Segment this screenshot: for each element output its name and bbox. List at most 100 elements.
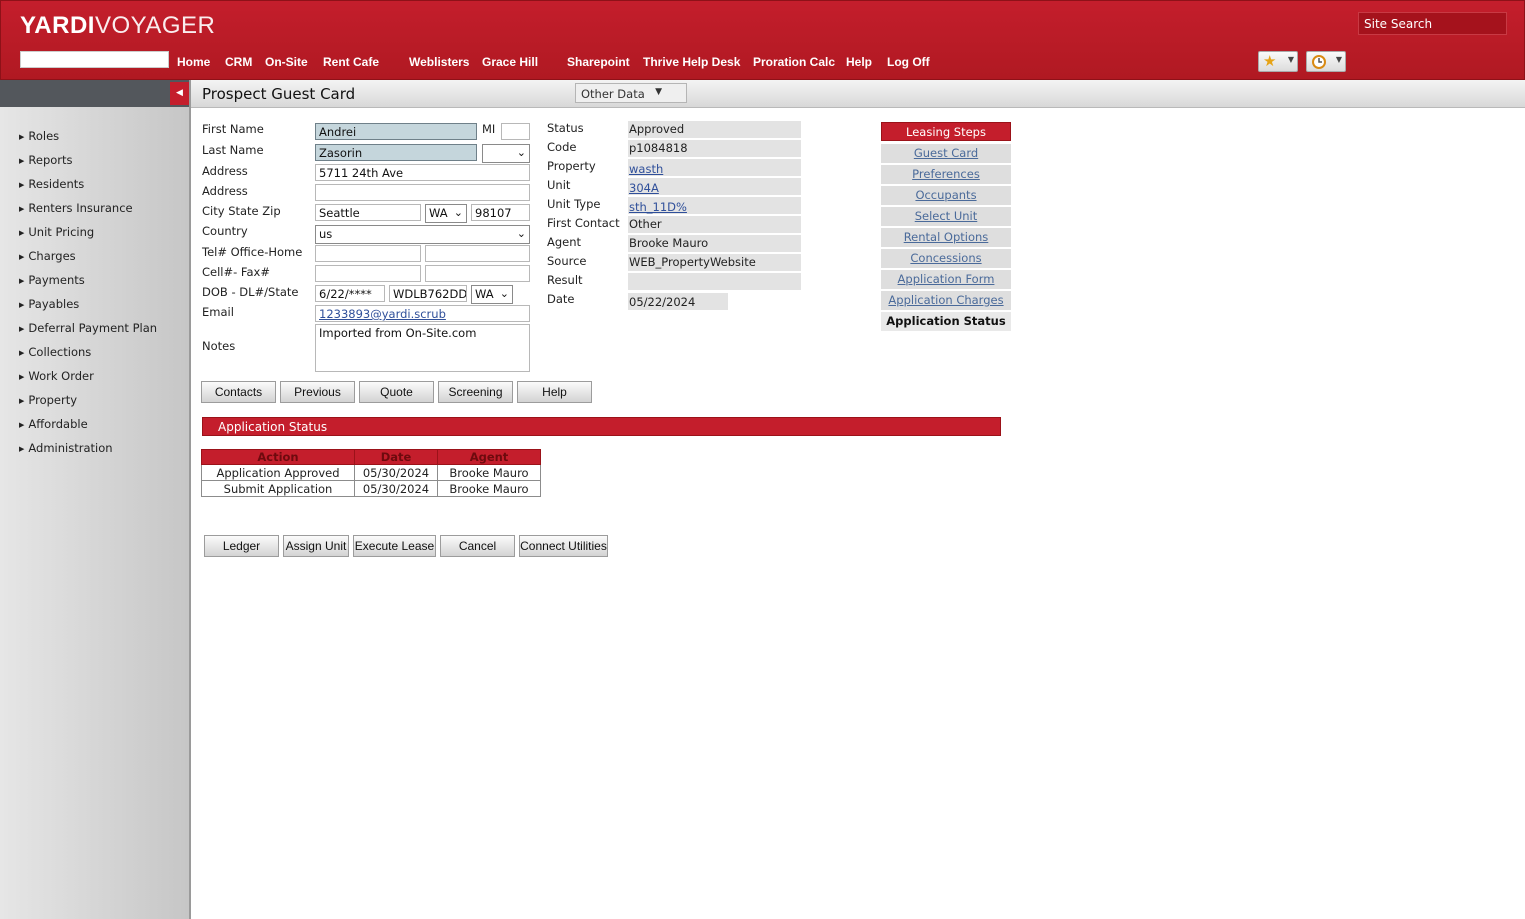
fax-input[interactable] [425, 265, 530, 282]
nav-thrive-help-desk[interactable]: Thrive Help Desk [643, 55, 740, 69]
sidebar-item-property[interactable]: ▶ Property [19, 393, 77, 407]
date-value: 05/22/2024 [628, 293, 728, 310]
step-concessions[interactable]: Concessions [881, 249, 1011, 268]
suffix-select[interactable]: ⌄ [482, 144, 530, 163]
caret-right-icon: ▶ [19, 133, 25, 141]
favorites-button[interactable]: ★ ▼ [1258, 51, 1298, 72]
header-blank-field[interactable] [20, 51, 169, 68]
cell-fax-label: Cell#- Fax# [202, 265, 270, 279]
connect-utilities-button[interactable]: Connect Utilities [519, 535, 608, 557]
nav-help[interactable]: Help [846, 55, 872, 69]
unit-link[interactable]: 304A [629, 181, 659, 195]
chevron-down-icon: ▼ [1287, 55, 1294, 64]
sidebar-item-unit-pricing[interactable]: ▶ Unit Pricing [19, 225, 94, 239]
contacts-button[interactable]: Contacts [201, 381, 276, 403]
nav-rent-cafe[interactable]: Rent Cafe [323, 55, 379, 69]
assign-unit-button[interactable]: Assign Unit [283, 535, 349, 557]
nav-sharepoint[interactable]: Sharepoint [567, 55, 630, 69]
address2-input[interactable] [315, 184, 530, 201]
caret-right-icon: ▶ [19, 325, 25, 333]
caret-right-icon: ▶ [19, 397, 25, 405]
sidebar-item-deferral-payment-plan[interactable]: ▶ Deferral Payment Plan [19, 321, 157, 335]
sidebar-item-reports[interactable]: ▶ Reports [19, 153, 73, 167]
unit-type-value: sth_11D% [628, 197, 801, 214]
nav-home[interactable]: Home [177, 55, 210, 69]
site-search-input[interactable]: Site Search [1358, 12, 1507, 35]
property-link[interactable]: wasth [629, 162, 663, 176]
city-input[interactable]: Seattle [315, 204, 421, 221]
yardi-voyager-logo[interactable]: YARDIVOYAGER [20, 12, 215, 40]
step-select-unit[interactable]: Select Unit [881, 207, 1011, 226]
step-preferences[interactable]: Preferences [881, 165, 1011, 184]
email-label: Email [202, 305, 234, 319]
nav-grace-hill[interactable]: Grace Hill [482, 55, 538, 69]
nav-on-site[interactable]: On-Site [265, 55, 308, 69]
sidebar-item-payables[interactable]: ▶ Payables [19, 297, 79, 311]
collapse-sidebar-button[interactable]: ◀ [170, 82, 189, 105]
sidebar-item-renters-insurance[interactable]: ▶ Renters Insurance [19, 201, 133, 215]
other-data-dropdown[interactable]: Other Data ▼ [575, 83, 687, 103]
step-guest-card[interactable]: Guest Card [881, 144, 1011, 163]
star-icon: ★ [1263, 52, 1277, 70]
help-button[interactable]: Help [517, 381, 592, 403]
notes-textarea[interactable]: Imported from On-Site.com [315, 324, 530, 372]
zip-input[interactable]: 98107 [471, 204, 530, 221]
caret-right-icon: ▶ [19, 373, 25, 381]
col-action: Action [201, 449, 355, 465]
address1-input[interactable]: 5711 24th Ave [315, 164, 530, 181]
caret-right-icon: ▶ [19, 229, 25, 237]
sidebar-item-payments[interactable]: ▶ Payments [19, 273, 85, 287]
sidebar: ◀ ▶ Roles ▶ Reports ▶ Residents ▶ Renters In… [0, 80, 191, 919]
nav-proration-calc[interactable]: Proration Calc [753, 55, 835, 69]
sidebar-item-work-order[interactable]: ▶ Work Order [19, 369, 94, 383]
sidebar-item-collections[interactable]: ▶ Collections [19, 345, 91, 359]
previous-button[interactable]: Previous [280, 381, 355, 403]
unit-label: Unit [547, 178, 571, 192]
caret-right-icon: ▶ [19, 253, 25, 261]
step-application-status[interactable]: Application Status [881, 312, 1011, 331]
home-phone-input[interactable] [425, 245, 530, 262]
step-occupants[interactable]: Occupants [881, 186, 1011, 205]
last-name-input[interactable]: Zasorin [315, 144, 477, 161]
table-row: Submit Application 05/30/2024 Brooke Mau… [201, 480, 541, 497]
nav-crm[interactable]: CRM [225, 55, 252, 69]
caret-right-icon: ▶ [19, 277, 25, 285]
office-phone-input[interactable] [315, 245, 421, 262]
country-select[interactable]: us ⌄ [315, 225, 530, 244]
result-label: Result [547, 273, 583, 287]
sidebar-item-residents[interactable]: ▶ Residents [19, 177, 84, 191]
drivers-license-input[interactable]: WDLB762DD5 [389, 285, 467, 302]
sidebar-item-affordable[interactable]: ▶ Affordable [19, 417, 88, 431]
dob-input[interactable]: 6/22/**** [315, 285, 385, 302]
email-link[interactable]: 1233893@yardi.scrub [319, 307, 446, 321]
app-header: YARDIVOYAGER Home CRM On-Site Rent Cafe … [0, 0, 1525, 80]
sidebar-item-charges[interactable]: ▶ Charges [19, 249, 76, 263]
mi-input[interactable] [501, 123, 530, 140]
cancel-button[interactable]: Cancel [440, 535, 515, 557]
leasing-steps-header: Leasing Steps [881, 122, 1011, 141]
state-select[interactable]: WA ⌄ [425, 204, 467, 223]
unit-type-link[interactable]: sth_11D% [629, 200, 687, 214]
sidebar-item-roles[interactable]: ▶ Roles [19, 129, 59, 143]
dl-state-select[interactable]: WA ⌄ [471, 285, 513, 304]
screening-button[interactable]: Screening [438, 381, 513, 403]
chevron-down-icon: ⌄ [453, 206, 463, 219]
nav-log-off[interactable]: Log Off [887, 55, 930, 69]
chevron-down-icon: ⌄ [516, 227, 526, 240]
nav-weblisters[interactable]: Weblisters [409, 55, 469, 69]
first-name-input[interactable]: Andrei [315, 123, 477, 140]
quote-button[interactable]: Quote [359, 381, 434, 403]
execute-lease-button[interactable]: Execute Lease [353, 535, 436, 557]
sidebar-item-administration[interactable]: ▶ Administration [19, 441, 113, 455]
email-input[interactable]: 1233893@yardi.scrub [315, 305, 530, 322]
step-rental-options[interactable]: Rental Options [881, 228, 1011, 247]
history-button[interactable]: ▼ [1306, 51, 1346, 72]
step-application-form[interactable]: Application Form [881, 270, 1011, 289]
first-contact-value: Other [628, 216, 801, 233]
ledger-button[interactable]: Ledger [204, 535, 279, 557]
step-application-charges[interactable]: Application Charges [881, 291, 1011, 310]
source-value: WEB_PropertyWebsite [628, 254, 801, 271]
chevron-down-icon: ⌄ [516, 146, 526, 159]
cell-phone-input[interactable] [315, 265, 421, 282]
code-label: Code [547, 140, 577, 154]
